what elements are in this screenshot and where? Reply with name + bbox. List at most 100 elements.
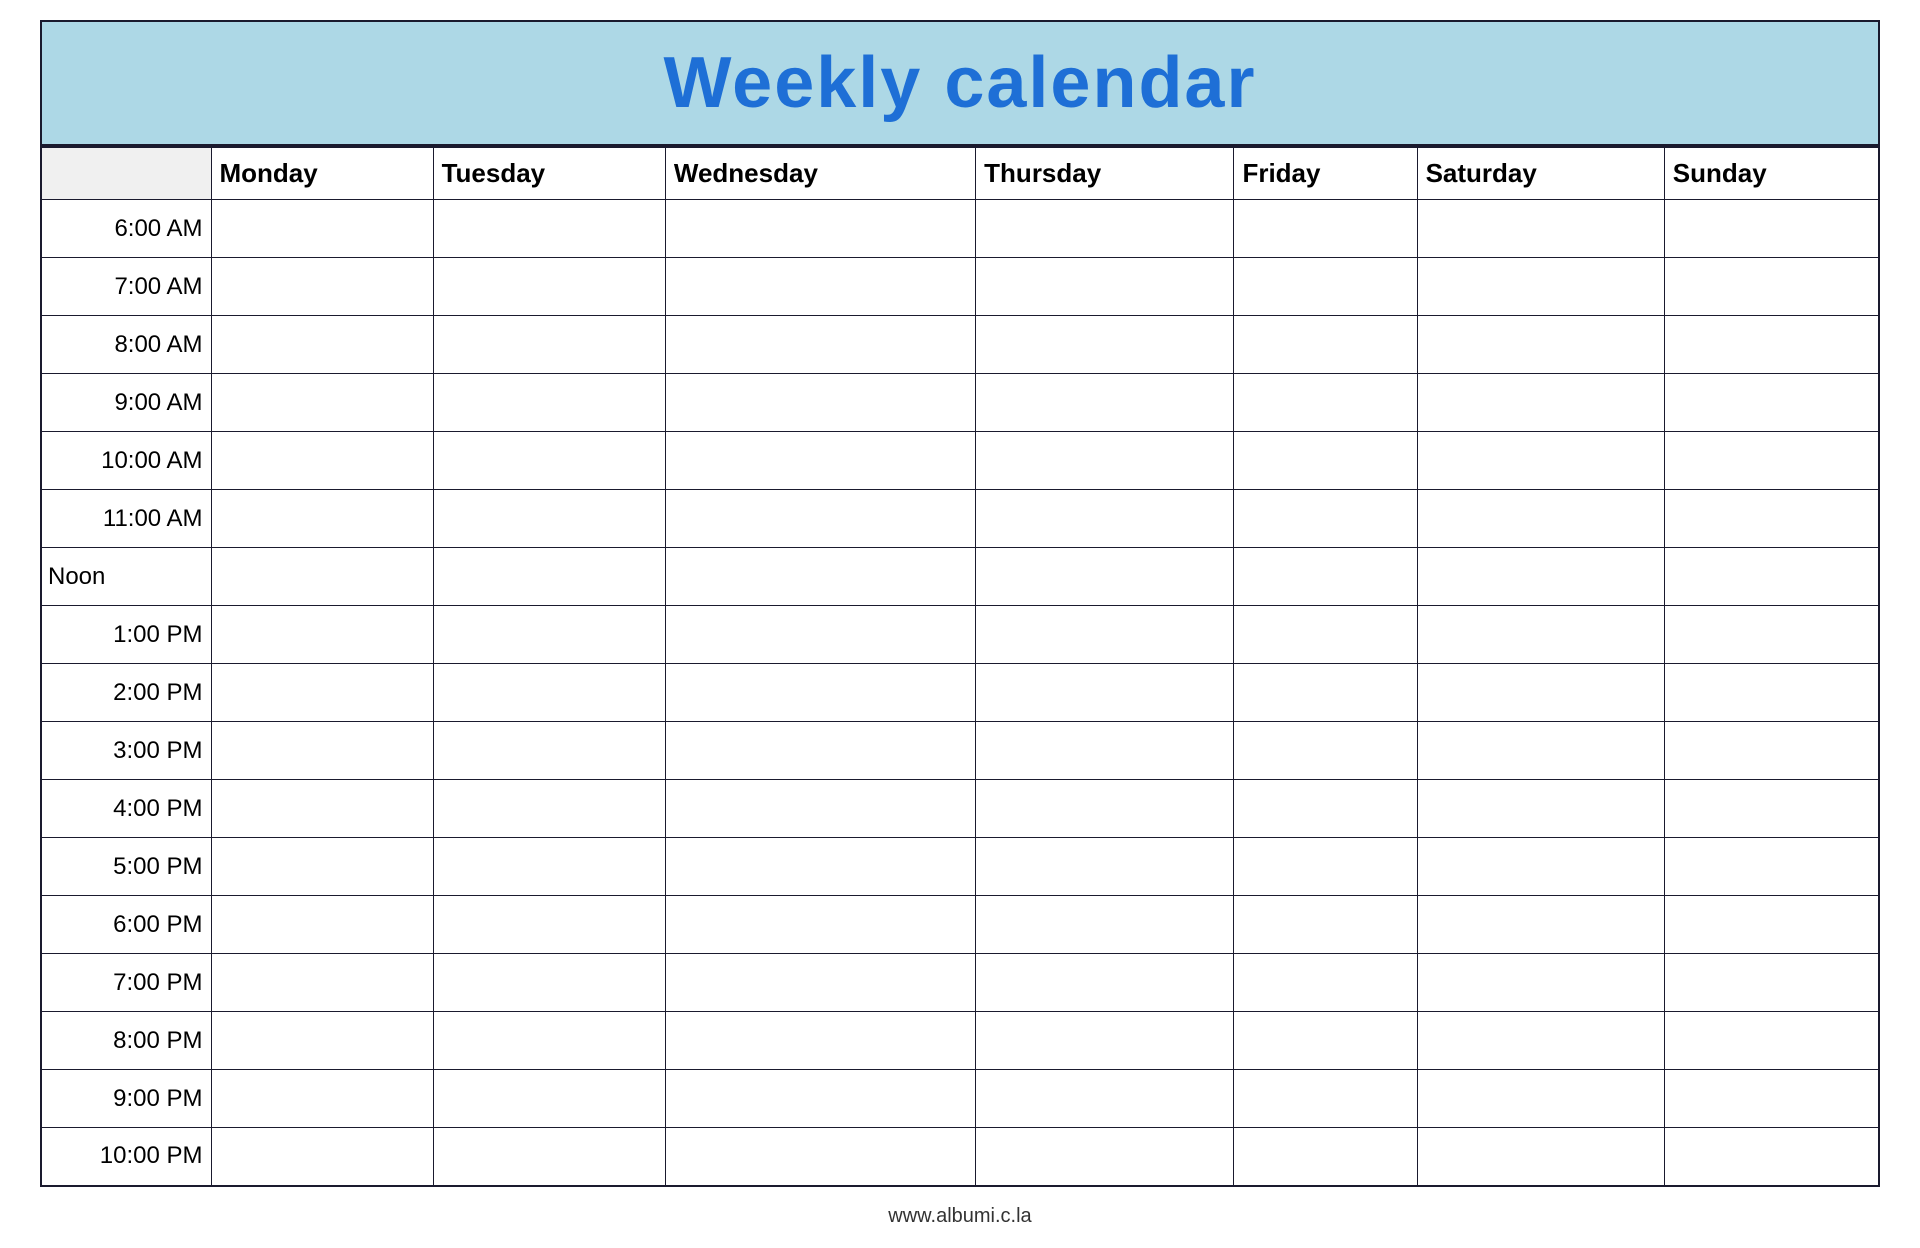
day-cell[interactable] — [433, 1128, 665, 1186]
day-cell[interactable] — [1664, 954, 1879, 1012]
day-cell[interactable] — [976, 838, 1234, 896]
day-cell[interactable] — [976, 548, 1234, 606]
day-cell[interactable] — [1664, 780, 1879, 838]
day-cell[interactable] — [665, 838, 975, 896]
day-cell[interactable] — [1417, 838, 1664, 896]
day-cell[interactable] — [1664, 722, 1879, 780]
day-cell[interactable] — [1234, 548, 1417, 606]
day-cell[interactable] — [211, 548, 433, 606]
day-cell[interactable] — [1234, 780, 1417, 838]
day-cell[interactable] — [1417, 548, 1664, 606]
day-cell[interactable] — [211, 1128, 433, 1186]
day-cell[interactable] — [433, 258, 665, 316]
day-cell[interactable] — [976, 722, 1234, 780]
day-cell[interactable] — [1664, 606, 1879, 664]
day-cell[interactable] — [976, 954, 1234, 1012]
day-cell[interactable] — [1664, 432, 1879, 490]
day-cell[interactable] — [1664, 548, 1879, 606]
day-cell[interactable] — [1234, 490, 1417, 548]
day-cell[interactable] — [211, 316, 433, 374]
day-cell[interactable] — [1417, 780, 1664, 838]
day-cell[interactable] — [1417, 722, 1664, 780]
day-cell[interactable] — [1664, 1012, 1879, 1070]
day-cell[interactable] — [1664, 374, 1879, 432]
day-cell[interactable] — [665, 722, 975, 780]
day-cell[interactable] — [976, 606, 1234, 664]
day-cell[interactable] — [1417, 316, 1664, 374]
day-cell[interactable] — [433, 548, 665, 606]
day-cell[interactable] — [665, 374, 975, 432]
day-cell[interactable] — [976, 664, 1234, 722]
day-cell[interactable] — [1417, 258, 1664, 316]
day-cell[interactable] — [1664, 896, 1879, 954]
day-cell[interactable] — [665, 896, 975, 954]
day-cell[interactable] — [211, 1070, 433, 1128]
day-cell[interactable] — [211, 200, 433, 258]
day-cell[interactable] — [211, 606, 433, 664]
day-cell[interactable] — [433, 722, 665, 780]
day-cell[interactable] — [665, 780, 975, 838]
day-cell[interactable] — [976, 258, 1234, 316]
day-cell[interactable] — [1234, 374, 1417, 432]
day-cell[interactable] — [1664, 200, 1879, 258]
day-cell[interactable] — [433, 200, 665, 258]
day-cell[interactable] — [1664, 490, 1879, 548]
day-cell[interactable] — [976, 316, 1234, 374]
day-cell[interactable] — [1417, 896, 1664, 954]
day-cell[interactable] — [1417, 954, 1664, 1012]
day-cell[interactable] — [1417, 606, 1664, 664]
day-cell[interactable] — [976, 1128, 1234, 1186]
day-cell[interactable] — [433, 664, 665, 722]
day-cell[interactable] — [211, 258, 433, 316]
day-cell[interactable] — [433, 606, 665, 664]
day-cell[interactable] — [211, 432, 433, 490]
day-cell[interactable] — [665, 1070, 975, 1128]
day-cell[interactable] — [433, 896, 665, 954]
day-cell[interactable] — [1234, 722, 1417, 780]
day-cell[interactable] — [665, 954, 975, 1012]
day-cell[interactable] — [976, 896, 1234, 954]
day-cell[interactable] — [1664, 316, 1879, 374]
day-cell[interactable] — [1664, 1070, 1879, 1128]
day-cell[interactable] — [1234, 432, 1417, 490]
day-cell[interactable] — [976, 780, 1234, 838]
day-cell[interactable] — [1417, 374, 1664, 432]
day-cell[interactable] — [1417, 664, 1664, 722]
day-cell[interactable] — [1664, 664, 1879, 722]
day-cell[interactable] — [976, 200, 1234, 258]
day-cell[interactable] — [1417, 1012, 1664, 1070]
day-cell[interactable] — [665, 1012, 975, 1070]
day-cell[interactable] — [976, 432, 1234, 490]
day-cell[interactable] — [1234, 1128, 1417, 1186]
day-cell[interactable] — [665, 490, 975, 548]
day-cell[interactable] — [211, 1012, 433, 1070]
day-cell[interactable] — [433, 316, 665, 374]
day-cell[interactable] — [1234, 896, 1417, 954]
day-cell[interactable] — [976, 490, 1234, 548]
day-cell[interactable] — [211, 490, 433, 548]
day-cell[interactable] — [433, 954, 665, 1012]
day-cell[interactable] — [211, 838, 433, 896]
day-cell[interactable] — [665, 258, 975, 316]
day-cell[interactable] — [1234, 664, 1417, 722]
day-cell[interactable] — [1417, 200, 1664, 258]
day-cell[interactable] — [433, 374, 665, 432]
day-cell[interactable] — [433, 838, 665, 896]
day-cell[interactable] — [211, 780, 433, 838]
day-cell[interactable] — [1417, 1128, 1664, 1186]
day-cell[interactable] — [976, 374, 1234, 432]
day-cell[interactable] — [1664, 258, 1879, 316]
day-cell[interactable] — [665, 316, 975, 374]
day-cell[interactable] — [976, 1012, 1234, 1070]
day-cell[interactable] — [976, 1070, 1234, 1128]
day-cell[interactable] — [1417, 490, 1664, 548]
day-cell[interactable] — [665, 606, 975, 664]
day-cell[interactable] — [433, 432, 665, 490]
day-cell[interactable] — [1234, 1012, 1417, 1070]
day-cell[interactable] — [1234, 316, 1417, 374]
day-cell[interactable] — [433, 1070, 665, 1128]
day-cell[interactable] — [1664, 838, 1879, 896]
day-cell[interactable] — [211, 722, 433, 780]
day-cell[interactable] — [433, 1012, 665, 1070]
day-cell[interactable] — [433, 780, 665, 838]
